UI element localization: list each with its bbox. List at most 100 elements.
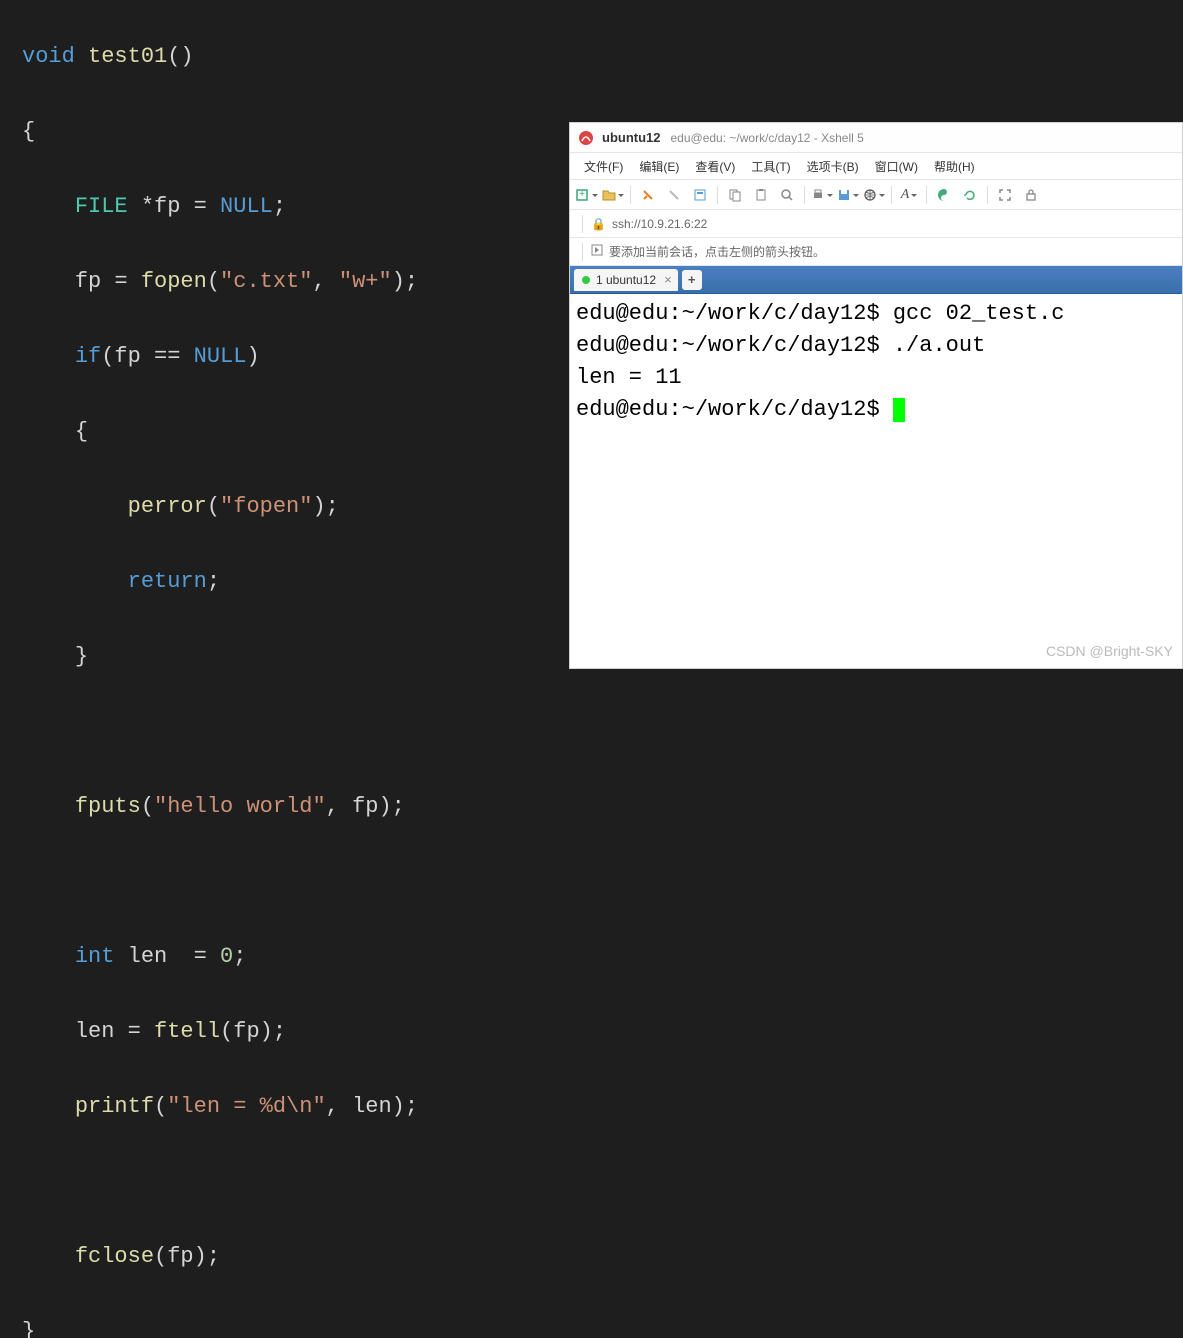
separator [987, 186, 988, 204]
separator [891, 186, 892, 204]
keyword: void [22, 44, 75, 69]
function-call: fclose [75, 1244, 154, 1269]
menu-tools[interactable]: 工具(T) [743, 154, 798, 179]
reconnect-button[interactable] [637, 184, 659, 206]
string-literal: "hello world" [154, 794, 326, 819]
copy-button[interactable] [724, 184, 746, 206]
svg-text:+: + [579, 189, 585, 200]
punctuation: ( [207, 269, 220, 294]
menu-file[interactable]: 文件(F) [576, 154, 631, 179]
new-session-button[interactable]: + [576, 184, 598, 206]
language-button[interactable] [863, 184, 885, 206]
session-tab-active[interactable]: 1 ubuntu12 × [574, 269, 678, 291]
punctuation: ( [207, 494, 220, 519]
terminal-cursor [893, 398, 905, 422]
separator [582, 243, 583, 261]
constant: NULL [194, 344, 247, 369]
brace: { [75, 419, 88, 444]
constant: NULL [220, 194, 273, 219]
close-icon[interactable]: × [664, 272, 672, 287]
watermark: CSDN @Bright-SKY [1046, 643, 1173, 659]
string-literal: "c.txt" [220, 269, 312, 294]
keyword: if [75, 344, 101, 369]
string-literal: "w+" [339, 269, 392, 294]
separator [717, 186, 718, 204]
code-text: fp = [75, 269, 141, 294]
font-button[interactable]: A [898, 184, 920, 206]
session-tabbar: 1 ubuntu12 × + [570, 266, 1182, 294]
terminal-line: len = 11 [576, 365, 682, 390]
code-text: , len); [326, 1094, 418, 1119]
function-call: ftell [154, 1019, 220, 1044]
punctuation: () [167, 44, 193, 69]
info-bar: 要添加当前会话，点击左侧的箭头按钮。 [570, 238, 1182, 266]
code-text: len = [75, 1019, 154, 1044]
punctuation: ); [312, 494, 338, 519]
string-literal: "len = %d\n" [167, 1094, 325, 1119]
status-dot-icon [582, 276, 590, 284]
code-text: len = [114, 944, 220, 969]
punctuation: ( [141, 794, 154, 819]
separator [582, 215, 583, 233]
lock-button[interactable] [1020, 184, 1042, 206]
titlebar[interactable]: ubuntu12 edu@edu: ~/work/c/day12 - Xshel… [570, 123, 1182, 153]
punctuation: ; [207, 569, 220, 594]
fullscreen-button[interactable] [994, 184, 1016, 206]
address-bar: 🔒 ssh://10.9.21.6:22 [570, 210, 1182, 238]
add-tab-button[interactable]: + [682, 270, 702, 290]
function-call: fputs [75, 794, 141, 819]
separator [804, 186, 805, 204]
menu-help[interactable]: 帮助(H) [926, 154, 983, 179]
separator [926, 186, 927, 204]
code-text: , fp); [326, 794, 405, 819]
punctuation: ; [233, 944, 246, 969]
function-call: printf [75, 1094, 154, 1119]
code-editor[interactable]: void test01() { FILE *fp = NULL; fp = fo… [0, 0, 560, 669]
open-button[interactable] [602, 184, 624, 206]
info-text: 要添加当前会话，点击左侧的箭头按钮。 [609, 243, 825, 260]
paste-button[interactable] [750, 184, 772, 206]
function-call: perror [128, 494, 207, 519]
terminal-line: edu@edu:~/work/c/day12$ gcc 02_test.c [576, 301, 1064, 326]
theme-button[interactable] [933, 184, 955, 206]
separator [630, 186, 631, 204]
menu-window[interactable]: 窗口(W) [867, 154, 926, 179]
menubar: 文件(F) 编辑(E) 查看(V) 工具(T) 选项卡(B) 窗口(W) 帮助(… [570, 153, 1182, 180]
punctuation: ( [154, 1094, 167, 1119]
toolbar: + A [570, 180, 1182, 210]
code-text: *fp = [128, 194, 220, 219]
print-button[interactable] [811, 184, 833, 206]
arrow-icon[interactable] [591, 244, 603, 259]
punctuation: ) [246, 344, 259, 369]
find-button[interactable] [776, 184, 798, 206]
brace: } [22, 1319, 35, 1338]
xshell-window: ubuntu12 edu@edu: ~/work/c/day12 - Xshel… [569, 122, 1183, 669]
address-text[interactable]: ssh://10.9.21.6:22 [612, 217, 707, 231]
session-tab-label: 1 ubuntu12 [596, 273, 656, 287]
punctuation: , [312, 269, 338, 294]
brace: } [75, 644, 88, 669]
window-title-main: ubuntu12 [602, 130, 661, 145]
terminal[interactable]: edu@edu:~/work/c/day12$ gcc 02_test.c ed… [570, 294, 1182, 668]
lock-icon: 🔒 [591, 217, 606, 231]
brace: { [22, 119, 35, 144]
menu-view[interactable]: 查看(V) [687, 154, 743, 179]
punctuation: ; [273, 194, 286, 219]
save-button[interactable] [837, 184, 859, 206]
menu-edit[interactable]: 编辑(E) [631, 154, 687, 179]
code-text: (fp); [220, 1019, 286, 1044]
function-call: fopen [141, 269, 207, 294]
app-icon [578, 130, 594, 146]
terminal-line: edu@edu:~/work/c/day12$ ./a.out [576, 333, 985, 358]
string-literal: "fopen" [220, 494, 312, 519]
window-title-sub: edu@edu: ~/work/c/day12 - Xshell 5 [671, 131, 864, 145]
code-text: (fp == [101, 344, 193, 369]
disconnect-button[interactable] [663, 184, 685, 206]
function-name: test01 [88, 44, 167, 69]
number-literal: 0 [220, 944, 233, 969]
menu-tabs[interactable]: 选项卡(B) [799, 154, 867, 179]
refresh-button[interactable] [959, 184, 981, 206]
punctuation: ); [392, 269, 418, 294]
properties-button[interactable] [689, 184, 711, 206]
keyword: return [128, 569, 207, 594]
